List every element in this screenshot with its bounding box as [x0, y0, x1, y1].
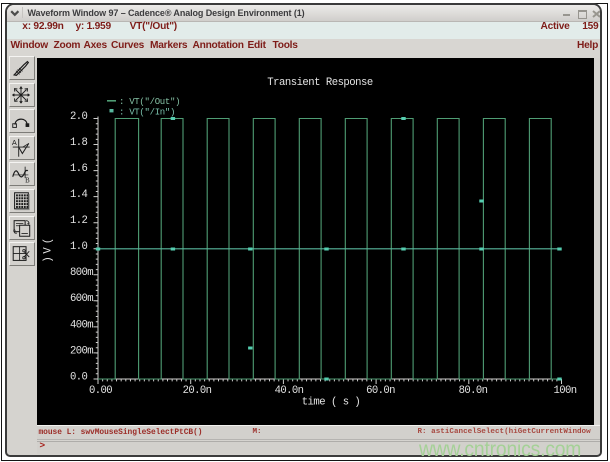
svg-text:20.0n: 20.0n — [182, 385, 211, 397]
svg-text:A: A — [12, 138, 17, 147]
svg-text:Transient Response: Transient Response — [267, 77, 373, 89]
svg-text:200m: 200m — [70, 345, 93, 357]
svg-text:1.6: 1.6 — [70, 163, 88, 175]
svg-text:0.00: 0.00 — [88, 385, 111, 397]
svg-text:100n: 100n — [553, 385, 576, 397]
svg-text:: VT("/In"): : VT("/In") — [119, 107, 175, 117]
svg-text:1.8: 1.8 — [70, 136, 88, 148]
svg-text:80.0n: 80.0n — [458, 385, 487, 397]
svg-text:): ) — [42, 256, 54, 262]
svg-text:60.0n: 60.0n — [366, 385, 395, 397]
svg-text:0.0: 0.0 — [70, 371, 88, 383]
svg-text:400m: 400m — [70, 319, 93, 331]
svg-text:: VT("/Out"): : VT("/Out") — [119, 97, 180, 107]
svg-text:1.0: 1.0 — [70, 241, 88, 253]
svg-text:2.0: 2.0 — [70, 110, 88, 122]
svg-text:40.0n: 40.0n — [274, 385, 303, 397]
svg-text:600m: 600m — [70, 293, 93, 305]
svg-text:1.2: 1.2 — [70, 215, 88, 227]
svg-text:time ( s ): time ( s ) — [301, 396, 360, 408]
svg-text:(: ( — [42, 237, 54, 243]
svg-text:B: B — [25, 178, 30, 185]
svg-text:800m: 800m — [70, 267, 93, 279]
svg-text:V: V — [42, 246, 54, 253]
svg-text:1.4: 1.4 — [70, 189, 88, 201]
